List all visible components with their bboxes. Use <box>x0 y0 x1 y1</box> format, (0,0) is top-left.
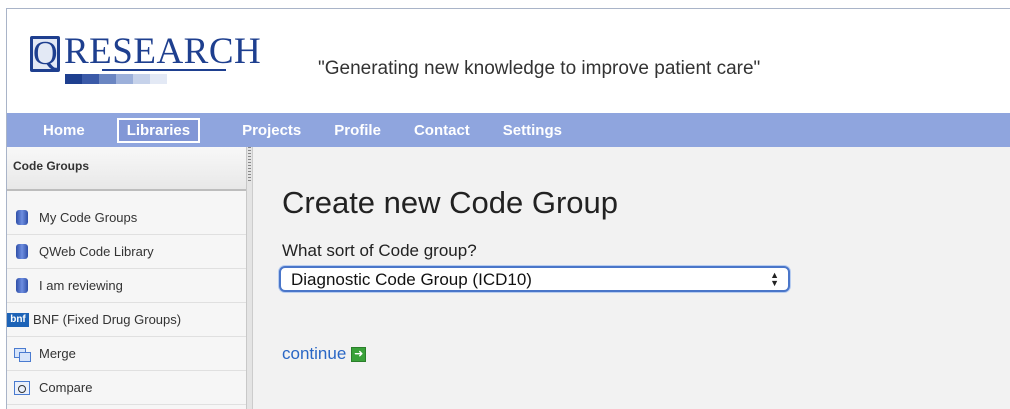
tagline: "Generating new knowledge to improve pat… <box>318 58 761 79</box>
logo-bar-segment <box>150 74 167 84</box>
database-icon <box>13 209 31 227</box>
arrow-right-icon: ➜ <box>351 346 367 362</box>
continue-link[interactable]: continue ➜ <box>282 344 367 364</box>
logo-bar-segment <box>82 74 99 84</box>
database-icon <box>13 243 31 261</box>
nav-profile[interactable]: Profile <box>326 120 389 141</box>
logo-color-bar <box>65 74 167 84</box>
sidebar-item-merge[interactable]: Merge <box>7 337 246 371</box>
nav-home[interactable]: Home <box>35 120 93 141</box>
nav-libraries[interactable]: Libraries <box>116 117 201 143</box>
sidebar-item-label: My Code Groups <box>39 210 138 225</box>
logo-q-mark: Q <box>30 36 60 72</box>
database-icon <box>13 277 31 295</box>
bnf-icon: bnf <box>7 312 29 327</box>
page-title: Create new Code Group <box>282 185 619 220</box>
sidebar-item-compare[interactable]: Compare <box>7 371 246 405</box>
logo-bar-segment <box>133 74 150 84</box>
logo-bar-segment <box>116 74 133 84</box>
sidebar-item-my-code-groups[interactable]: My Code Groups <box>7 201 246 235</box>
sidebar-item-label: Merge <box>39 346 76 361</box>
sidebar-list: My Code Groups QWeb Code Library I am re… <box>7 191 246 405</box>
code-group-type-label: What sort of Code group? <box>282 241 477 260</box>
nav-settings[interactable]: Settings <box>495 120 570 141</box>
continue-label: continue <box>282 344 347 363</box>
main-content: Create new Code Group What sort of Code … <box>253 147 1010 409</box>
select-value: Diagnostic Code Group (ICD10) <box>291 270 532 289</box>
sidebar-item-qweb-code-library[interactable]: QWeb Code Library <box>7 235 246 269</box>
sidebar-item-bnf[interactable]: bnf BNF (Fixed Drug Groups) <box>7 303 246 337</box>
sidebar: Code Groups My Code Groups QWeb Code Lib… <box>7 147 247 409</box>
code-group-type-select[interactable]: Diagnostic Code Group (ICD10) ▲ ▼ <box>279 266 790 292</box>
compare-icon <box>13 379 31 397</box>
merge-icon <box>13 345 31 363</box>
main-nav: Home Libraries Projects Profile Contact … <box>7 113 1010 147</box>
grip-icon <box>248 147 251 181</box>
sidebar-item-label: QWeb Code Library <box>39 244 154 259</box>
sidebar-item-label: I am reviewing <box>39 278 123 293</box>
logo-bar-segment <box>65 74 82 84</box>
sidebar-item-label: Compare <box>39 380 93 395</box>
logo-bar-segment <box>99 74 116 84</box>
sidebar-item-label: BNF (Fixed Drug Groups) <box>33 312 182 327</box>
logo-text: RESEARCH <box>64 31 262 72</box>
nav-contact[interactable]: Contact <box>406 120 478 141</box>
select-arrows-icon: ▲ ▼ <box>770 270 779 288</box>
sidebar-header: Code Groups <box>7 147 246 191</box>
sidebar-item-i-am-reviewing[interactable]: I am reviewing <box>7 269 246 303</box>
qresearch-logo: Q RESEARCH <box>22 28 282 88</box>
logo-underline <box>102 69 226 71</box>
nav-projects[interactable]: Projects <box>234 120 309 141</box>
